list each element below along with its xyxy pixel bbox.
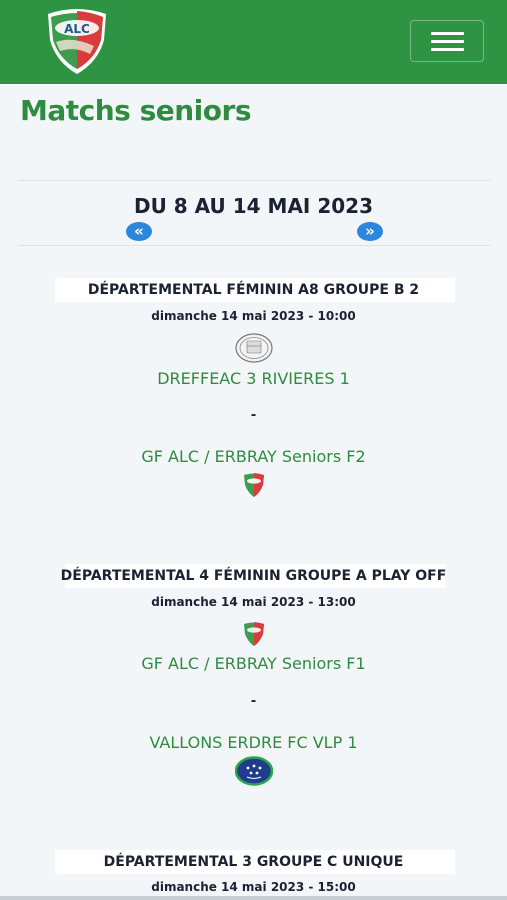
alc-shield-icon <box>244 473 264 497</box>
hamburger-menu-button[interactable] <box>410 20 484 62</box>
next-week-button[interactable]: » <box>357 222 383 241</box>
logo-text: ALC <box>64 22 90 36</box>
away-team-name[interactable]: GF ALC / ERBRAY Seniors F2 <box>0 447 507 466</box>
home-team-name[interactable]: DREFFEAC 3 RIVIERES 1 <box>0 369 507 388</box>
divider <box>18 180 490 181</box>
vallons-erdre-crest-icon <box>235 756 273 786</box>
match-date: dimanche 14 mai 2023 - 15:00 <box>151 880 356 894</box>
hamburger-icon-bar <box>431 48 464 51</box>
home-team-name[interactable]: GF ALC / ERBRAY Seniors F1 <box>0 654 507 673</box>
score-separator: - <box>250 692 257 709</box>
score-separator: - <box>250 406 257 423</box>
away-team-name[interactable]: VALLONS ERDRE FC VLP 1 <box>0 733 507 752</box>
bottom-edge <box>0 896 507 900</box>
hamburger-icon-bar <box>431 40 464 43</box>
alc-shield-icon <box>244 622 264 646</box>
competition-name: DÉPARTEMENTAL 3 GROUPE C UNIQUE <box>103 854 404 870</box>
competition-name: DÉPARTEMENTAL 4 FÉMININ GROUPE A PLAY OF… <box>60 568 447 584</box>
match-date: dimanche 14 mai 2023 - 13:00 <box>151 595 356 609</box>
page-title: Matchs seniors <box>20 94 252 127</box>
double-chevron-right-icon: » <box>365 222 375 240</box>
previous-week-button[interactable]: « <box>126 222 152 241</box>
club-logo[interactable]: ALC <box>42 6 112 76</box>
competition-name: DÉPARTEMENTAL FÉMININ A8 GROUPE B 2 <box>87 282 420 298</box>
top-navbar: ALC <box>0 0 507 84</box>
fc-dreffeac-crest-icon <box>235 333 273 363</box>
hamburger-icon <box>431 32 464 35</box>
week-range: DU 8 AU 14 MAI 2023 <box>134 194 373 218</box>
divider <box>18 245 490 246</box>
match-date: dimanche 14 mai 2023 - 10:00 <box>151 309 356 323</box>
double-chevron-left-icon: « <box>134 222 144 240</box>
